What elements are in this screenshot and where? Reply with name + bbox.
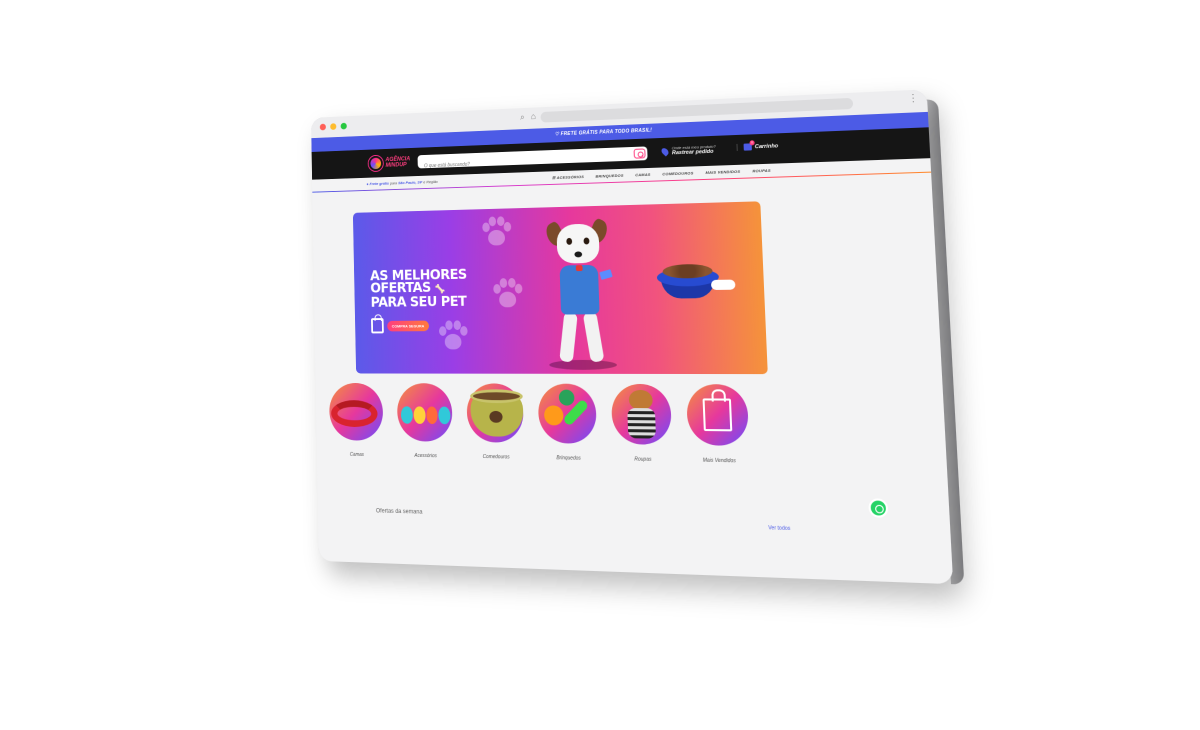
shipping-note: ● Frete grátis para São Paulo, SP e Regi… bbox=[366, 179, 437, 186]
mockup-stage: ⌕ ⌂ ⋮ ♡ FRETE GRÁTIS PARA TODO BRASIL! A… bbox=[0, 0, 1200, 730]
maximize-dot[interactable] bbox=[340, 122, 347, 130]
logo[interactable]: AGÊNCIA MINDUP bbox=[368, 155, 411, 172]
web-page: ♡ FRETE GRÁTIS PARA TODO BRASIL! AGÊNCIA… bbox=[311, 111, 954, 585]
logo-line2: MINDUP bbox=[385, 162, 407, 169]
shield-bag-icon bbox=[371, 318, 384, 334]
ship-place[interactable]: São Paulo, SP bbox=[398, 180, 422, 186]
cta-button[interactable]: COMPRA SEGURA bbox=[387, 320, 429, 331]
cart-label: Carrinho bbox=[754, 142, 779, 150]
category-carousel: Camas Acessórios Comedouros Brinquedos R… bbox=[324, 382, 830, 510]
menu-item-brinquedos[interactable]: Brinquedos bbox=[595, 173, 623, 179]
category-mais-vendidos[interactable]: Mais Vendidos bbox=[681, 384, 757, 508]
dog-mascot-image bbox=[535, 213, 627, 372]
paw-print-icon bbox=[479, 216, 513, 251]
bone-icon: 🦴 bbox=[434, 284, 445, 295]
dressed-dog-image bbox=[625, 389, 658, 441]
category-image bbox=[396, 383, 453, 442]
section-title: Ofertas da semana bbox=[375, 508, 423, 516]
category-comedouros[interactable]: Comedouros bbox=[462, 383, 531, 502]
category-image bbox=[328, 382, 384, 441]
browser-window: ⌕ ⌂ ⋮ ♡ FRETE GRÁTIS PARA TODO BRASIL! A… bbox=[311, 89, 954, 585]
toy-balls-icon bbox=[400, 406, 451, 425]
whatsapp-icon[interactable] bbox=[868, 498, 889, 518]
logo-text: AGÊNCIA MINDUP bbox=[385, 156, 410, 168]
browser-mockup: ⌕ ⌂ ⋮ ♡ FRETE GRÁTIS PARA TODO BRASIL! A… bbox=[311, 89, 965, 585]
cart-icon: 0 bbox=[743, 140, 755, 151]
category-label: Acessórios bbox=[414, 452, 437, 460]
logo-icon bbox=[368, 155, 383, 172]
category-label: Camas bbox=[349, 451, 364, 458]
category-acessorios[interactable]: Acessórios bbox=[392, 383, 459, 501]
see-all-link[interactable]: Ver todos bbox=[768, 525, 790, 532]
track-order-link[interactable]: Onde está meu produto? Rastrear pedido bbox=[660, 144, 716, 157]
banner-line3: PARA SEU PET bbox=[370, 294, 467, 311]
search-box bbox=[417, 146, 648, 174]
menu-item-mais-vendidos[interactable]: Mais Vendidos bbox=[705, 169, 740, 175]
promo-text: FRETE GRÁTIS PARA TODO BRASIL! bbox=[560, 127, 653, 138]
category-label: Brinquedos bbox=[556, 455, 581, 462]
menu-item-comedouros[interactable]: Comedouros bbox=[662, 170, 693, 176]
track-label: Rastrear pedido bbox=[671, 148, 714, 157]
minimize-dot[interactable] bbox=[330, 123, 337, 130]
magnifier-icon bbox=[710, 279, 736, 291]
menu-label: Acessórios bbox=[556, 174, 585, 180]
window-controls bbox=[319, 122, 347, 131]
ship-mid: para bbox=[389, 180, 398, 186]
category-roupas[interactable]: Roupas bbox=[606, 383, 680, 506]
menu-item-roupas[interactable]: Roupas bbox=[752, 168, 771, 174]
category-image bbox=[466, 383, 525, 443]
category-menu: ☰ Acessórios Brinquedos Camas Comedouros… bbox=[552, 168, 771, 180]
shopping-bag-icon bbox=[702, 398, 733, 432]
secure-purchase-cta[interactable]: COMPRA SEGURA bbox=[371, 318, 429, 334]
menu-item-acessorios[interactable]: ☰ Acessórios bbox=[552, 174, 584, 180]
paw-icon bbox=[489, 410, 503, 423]
banner-headline: AS MELHORES OFERTAS 🦴 PARA SEU PET bbox=[370, 267, 468, 311]
category-camas[interactable]: Camas bbox=[324, 382, 389, 499]
category-label: Mais Vendidos bbox=[702, 457, 737, 465]
ship-suffix: e Região bbox=[423, 179, 438, 185]
category-label: Comedouros bbox=[482, 454, 510, 461]
cart-button[interactable]: 0 Carrinho bbox=[736, 140, 779, 151]
category-image bbox=[685, 384, 750, 446]
paw-print-icon bbox=[436, 320, 470, 355]
ball-icon bbox=[558, 389, 575, 406]
paw-print-icon bbox=[490, 277, 525, 313]
close-dot[interactable] bbox=[319, 123, 326, 131]
location-pin-icon bbox=[660, 146, 670, 156]
hero-banner[interactable]: AS MELHORES OFERTAS 🦴 PARA SEU PET COMPR… bbox=[352, 201, 768, 375]
category-label: Roupas bbox=[634, 456, 652, 463]
ship-prefix: Frete grátis bbox=[369, 180, 389, 187]
search-home-icon[interactable]: ⌕ ⌂ bbox=[520, 111, 538, 122]
more-options-icon[interactable]: ⋮ bbox=[908, 93, 919, 105]
category-brinquedos[interactable]: Brinquedos bbox=[533, 383, 604, 505]
collar-icon bbox=[330, 400, 378, 428]
category-image bbox=[537, 383, 598, 444]
location-pin-icon: ● bbox=[366, 181, 369, 187]
menu-item-camas[interactable]: Camas bbox=[635, 172, 650, 177]
category-image bbox=[610, 383, 673, 445]
search-icon[interactable] bbox=[633, 148, 646, 159]
food-bowl-image bbox=[652, 257, 744, 309]
ball-icon bbox=[543, 405, 564, 426]
